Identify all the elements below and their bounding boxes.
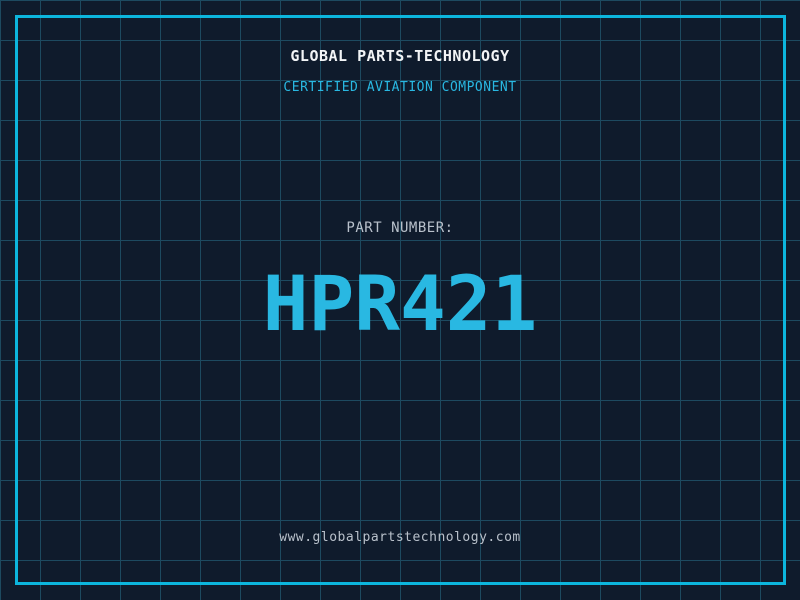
part-number-value: HPR421 bbox=[262, 259, 538, 348]
part-number-label: PART NUMBER: bbox=[346, 220, 454, 236]
certification-subtitle: CERTIFIED AVIATION COMPONENT bbox=[283, 80, 517, 95]
website-url: www.globalpartstechnology.com bbox=[279, 530, 521, 545]
brand-title: GLOBAL PARTS-TECHNOLOGY bbox=[290, 47, 510, 65]
